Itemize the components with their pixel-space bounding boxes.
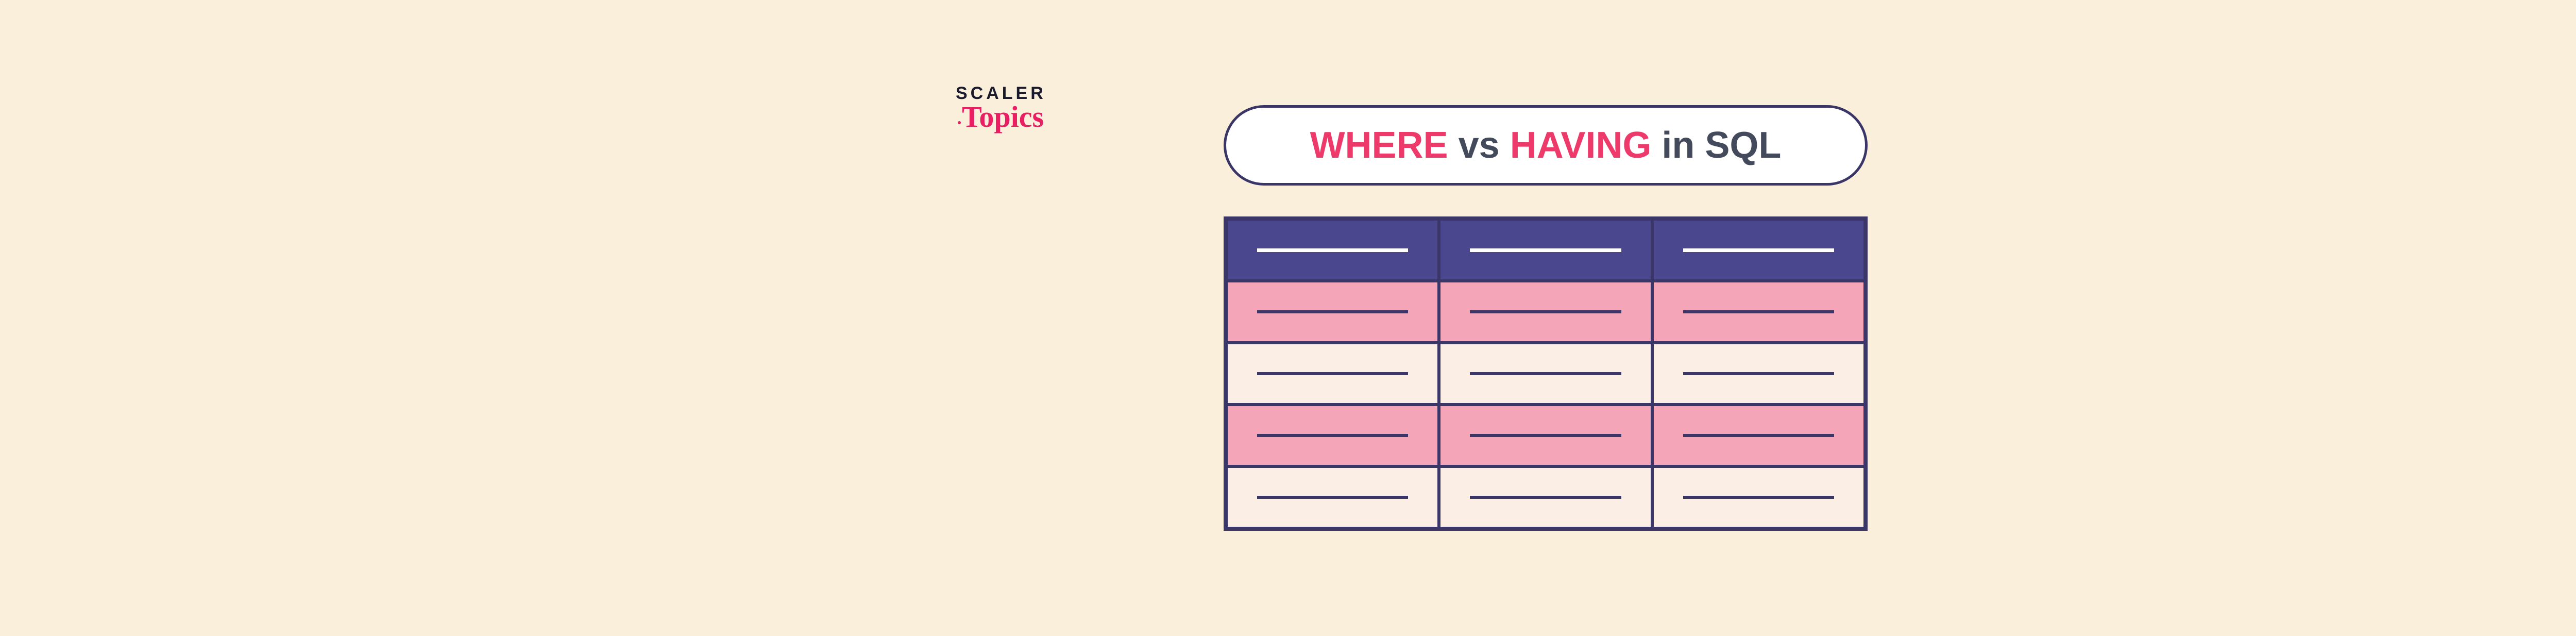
placeholder-line-icon — [1470, 496, 1621, 499]
table-cell — [1226, 405, 1439, 466]
placeholder-line-icon — [1683, 372, 1834, 375]
logo-line-topics: Topics — [956, 102, 1046, 132]
table-cell — [1652, 281, 1865, 343]
scaler-topics-logo: SCALER Topics — [956, 85, 1046, 132]
table-cell — [1652, 343, 1865, 405]
table-cell — [1439, 405, 1652, 466]
table-cell — [1652, 219, 1865, 281]
title-keyword-having: HAVING — [1510, 125, 1652, 166]
page-title: WHERE vs HAVING in SQL — [1224, 105, 1868, 186]
abstract-table-graphic — [1224, 216, 1868, 531]
table-cell — [1226, 466, 1439, 528]
table-cell — [1652, 466, 1865, 528]
table-cell — [1652, 405, 1865, 466]
logo-dot-icon — [958, 121, 961, 124]
table-row — [1226, 466, 1865, 528]
table-cell — [1439, 466, 1652, 528]
table-cell — [1226, 343, 1439, 405]
table-row — [1226, 343, 1865, 405]
table-row — [1226, 219, 1865, 281]
table-cell — [1439, 343, 1652, 405]
placeholder-line-icon — [1257, 372, 1408, 375]
title-tail: in SQL — [1662, 125, 1781, 166]
placeholder-line-icon — [1683, 496, 1834, 499]
table-cell — [1439, 281, 1652, 343]
placeholder-line-icon — [1683, 248, 1834, 252]
table-cell — [1439, 219, 1652, 281]
placeholder-line-icon — [1257, 310, 1408, 313]
placeholder-line-icon — [1470, 248, 1621, 252]
placeholder-line-icon — [1470, 372, 1621, 375]
logo-line-scaler: SCALER — [956, 85, 1046, 102]
placeholder-line-icon — [1470, 310, 1621, 313]
placeholder-line-icon — [1470, 434, 1621, 437]
table-row — [1226, 281, 1865, 343]
placeholder-line-icon — [1257, 434, 1408, 437]
placeholder-line-icon — [1257, 248, 1408, 252]
placeholder-line-icon — [1257, 496, 1408, 499]
placeholder-line-icon — [1683, 310, 1834, 313]
table-cell — [1226, 219, 1439, 281]
table-row — [1226, 405, 1865, 466]
table-cell — [1226, 281, 1439, 343]
title-vs: vs — [1459, 125, 1500, 166]
title-keyword-where: WHERE — [1310, 125, 1448, 166]
placeholder-line-icon — [1683, 434, 1834, 437]
